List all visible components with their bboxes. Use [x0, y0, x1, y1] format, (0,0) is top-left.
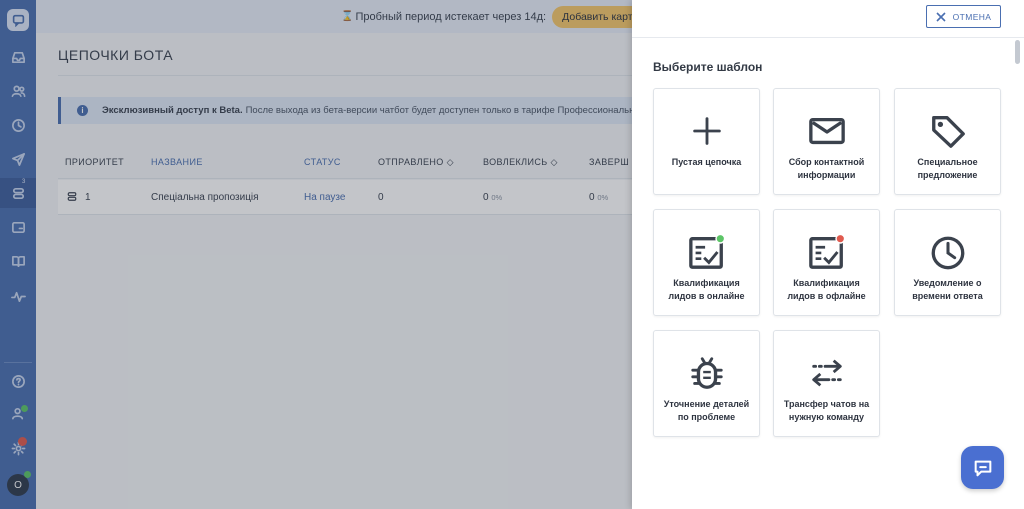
template-card-label: Специальное предложение: [917, 157, 978, 180]
cancel-label: ОТМЕНА: [952, 11, 992, 22]
tag-icon: [895, 112, 1000, 150]
template-card-collect-contacts[interactable]: Сбор контактной информации: [773, 88, 880, 195]
template-card-label: Уточнение деталей по проблеме: [663, 399, 750, 422]
template-card-response-time[interactable]: Уведомление о времени ответа: [894, 209, 1001, 316]
panel-scrollbar[interactable]: [1015, 40, 1020, 64]
template-card-label: Трансфер чатов на нужную команду: [783, 399, 870, 422]
transfer-arrows-icon: [774, 354, 879, 392]
chat-bubble-icon: [974, 460, 991, 476]
template-card-label: Квалификация лидов в онлайне: [668, 278, 745, 301]
template-card-label: Сбор контактной информации: [788, 157, 865, 180]
cancel-button[interactable]: ОТМЕНА: [926, 5, 1001, 28]
template-card-label: Квалификация лидов в офлайне: [787, 278, 866, 301]
panel-header-divider: [632, 37, 1024, 38]
template-card-label: Пустая цепочка: [671, 157, 742, 167]
template-panel: ОТМЕНА Выберите шаблон Пустая цепочка Сб…: [632, 0, 1024, 509]
envelope-icon: [774, 112, 879, 150]
panel-title: Выберите шаблон: [653, 60, 763, 74]
clock-icon: [895, 233, 1000, 271]
template-card-lead-qualification-online[interactable]: Квалификация лидов в онлайне: [653, 209, 760, 316]
checklist-offline-icon: [774, 233, 879, 271]
close-icon: [936, 11, 946, 22]
template-card-chat-transfer[interactable]: Трансфер чатов на нужную команду: [773, 330, 880, 437]
template-card-lead-qualification-offline[interactable]: Квалификация лидов в офлайне: [773, 209, 880, 316]
template-card-problem-details[interactable]: Уточнение деталей по проблеме: [653, 330, 760, 437]
template-card-label: Уведомление о времени ответа: [912, 278, 983, 301]
plus-icon: [654, 112, 759, 150]
template-card-special-offer[interactable]: Специальное предложение: [894, 88, 1001, 195]
modal-backdrop[interactable]: [0, 0, 632, 509]
support-chat-button[interactable]: [961, 446, 1004, 489]
template-card-empty-chain[interactable]: Пустая цепочка: [653, 88, 760, 195]
bug-icon: [654, 354, 759, 392]
checklist-online-icon: [654, 233, 759, 271]
